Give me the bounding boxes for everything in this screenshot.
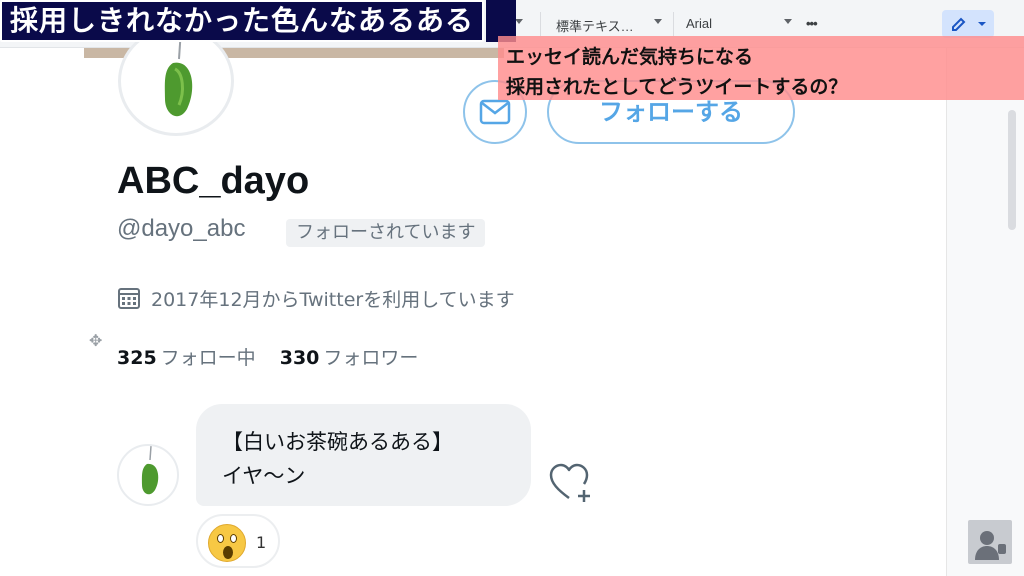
font-select[interactable]: Arial xyxy=(686,16,712,31)
comment-line-2: 採用されたとしてどうツイートするの？ xyxy=(506,76,848,98)
more-options-button[interactable]: ••• xyxy=(806,16,818,31)
pencil-icon xyxy=(952,17,986,31)
style-select[interactable]: 標準テキス… xyxy=(556,16,634,35)
font-caret-icon[interactable] xyxy=(784,19,792,24)
zoom-caret-icon[interactable] xyxy=(515,19,523,24)
display-name: ABC_dayo xyxy=(117,160,310,202)
reaction-chip[interactable]: 1 xyxy=(196,514,280,568)
reaction-count: 1 xyxy=(256,533,267,552)
scrollbar[interactable] xyxy=(1008,110,1016,230)
following-count[interactable]: 325 xyxy=(117,347,157,369)
profile-avatar[interactable] xyxy=(118,26,234,136)
following-label[interactable]: フォロー中 xyxy=(161,347,256,369)
follow-stats: 325 フォロー中 330 フォロワー xyxy=(117,343,436,370)
message-line-1: 【白いお茶碗あるある】 xyxy=(222,430,453,454)
message-avatar[interactable] xyxy=(117,444,179,506)
surprised-emoji-icon xyxy=(208,524,246,562)
participant-tile[interactable] xyxy=(968,520,1012,564)
video-title-overlay: 採用しきれなかった色んなあるある xyxy=(0,0,485,42)
user-handle: @dayo_abc xyxy=(117,215,246,242)
heart-add-icon xyxy=(549,463,590,502)
move-handle-icon[interactable]: ✥ xyxy=(89,331,102,350)
toolbar-divider xyxy=(540,12,541,36)
message-line-2: イヤ〜ン xyxy=(222,464,306,488)
person-icon xyxy=(975,531,1006,560)
comment-line-1: エッセイ読んだ気持ちになる xyxy=(506,46,754,68)
mail-icon xyxy=(479,99,511,125)
followers-label[interactable]: フォロワー xyxy=(323,347,418,369)
add-reaction-button[interactable] xyxy=(548,462,594,504)
calendar-icon xyxy=(118,288,140,309)
toolbar-divider xyxy=(673,12,674,36)
style-caret-icon[interactable] xyxy=(654,19,662,24)
followers-count[interactable]: 330 xyxy=(280,347,320,369)
message-bubble: 【白いお茶碗あるある】 イヤ〜ン xyxy=(196,404,531,506)
joined-date-text: 2017年12月からTwitterを利用しています xyxy=(151,289,515,311)
video-title-text: 採用しきれなかった色んなあるある xyxy=(10,4,475,37)
editing-mode-button[interactable] xyxy=(942,10,994,38)
follows-you-badge: フォローされています xyxy=(286,219,486,247)
comment-overlay: エッセイ読んだ気持ちになる 採用されたとしてどうツイートするの？ xyxy=(498,36,1024,100)
